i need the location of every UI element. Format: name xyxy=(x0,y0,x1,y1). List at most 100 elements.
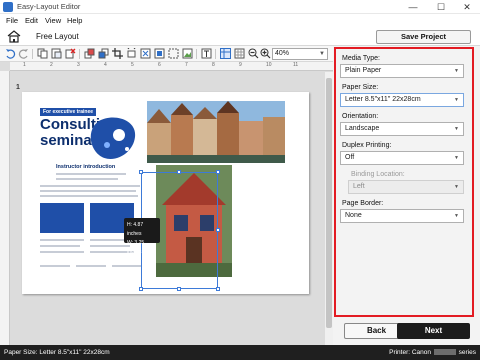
minimize-button[interactable]: — xyxy=(400,0,426,14)
text-line xyxy=(40,185,140,187)
layout-title: Free Layout xyxy=(36,32,79,41)
size-height: H: 4.87 inches xyxy=(127,222,144,237)
chevron-down-icon: ▼ xyxy=(454,213,459,219)
text-line xyxy=(40,245,80,247)
ruler-number: 6 xyxy=(158,62,161,68)
delete-icon[interactable] xyxy=(65,48,76,59)
ruler-top: 1 2 3 4 5 6 7 8 9 10 11 xyxy=(10,62,333,71)
next-button[interactable]: Next xyxy=(397,323,470,339)
crop-frame-icon[interactable] xyxy=(168,48,179,59)
resize-handle[interactable] xyxy=(177,287,181,291)
ruler-number: 2 xyxy=(50,62,53,68)
resize-handle[interactable] xyxy=(177,170,181,174)
text-icon[interactable] xyxy=(201,48,212,59)
duplex-value: Off xyxy=(345,154,355,161)
menu-view[interactable]: View xyxy=(45,16,61,25)
scrollbar-thumb[interactable] xyxy=(326,78,332,328)
status-bar: Paper Size: Letter 8.5"x11" 22x28cm Prin… xyxy=(0,345,480,360)
paste-icon[interactable] xyxy=(51,48,62,59)
info-box xyxy=(40,203,84,233)
menu-edit[interactable]: Edit xyxy=(25,16,38,25)
resize-handle[interactable] xyxy=(216,228,220,232)
toolbar: 40% ▼ xyxy=(0,46,333,62)
copy-icon[interactable] xyxy=(37,48,48,59)
size-width: W: 3.25 inches xyxy=(127,240,145,255)
ruler-number: 1 xyxy=(23,62,26,68)
text-line xyxy=(56,178,118,180)
text-line xyxy=(40,195,138,197)
instructor-heading: Instructor introduction xyxy=(56,164,116,170)
text-line xyxy=(40,190,136,192)
undo-icon[interactable] xyxy=(5,48,16,59)
title-bar: Easy-Layout Editor — ☐ ✕ xyxy=(0,0,480,14)
zoom-in-icon[interactable] xyxy=(260,48,271,59)
image-icon[interactable] xyxy=(182,48,193,59)
ruler-number: 9 xyxy=(239,62,242,68)
ruler-number: 8 xyxy=(212,62,215,68)
page-border-value: None xyxy=(345,212,362,219)
zoom-out-icon[interactable] xyxy=(248,48,259,59)
vertical-scrollbar[interactable] xyxy=(325,72,333,345)
menu-file[interactable]: File xyxy=(6,16,18,25)
resize-handle[interactable] xyxy=(216,287,220,291)
toolbar-separator xyxy=(79,49,80,59)
crop-icon[interactable] xyxy=(112,48,123,59)
page-border-label: Page Border: xyxy=(342,200,384,207)
status-printer: Printer: Canon series xyxy=(389,349,476,356)
printer-suffix: series xyxy=(458,349,476,356)
menu-bar: File Edit View Help xyxy=(0,14,480,28)
resize-handle[interactable] xyxy=(216,170,220,174)
toolbar-separator xyxy=(32,49,33,59)
bring-forward-icon[interactable] xyxy=(84,48,95,59)
page-number: 1 xyxy=(16,84,20,91)
ruler-number: 3 xyxy=(77,62,80,68)
redacted-model xyxy=(433,349,456,356)
duplex-select[interactable]: Off ▼ xyxy=(340,151,464,165)
ruler-number: 11 xyxy=(293,62,299,68)
save-project-button[interactable]: Save Project xyxy=(376,30,471,44)
binding-location-value: Left xyxy=(353,183,365,190)
paper-size-select[interactable]: Letter 8.5"x11" 22x28cm ▼ xyxy=(340,93,464,107)
redo-icon[interactable] xyxy=(18,48,29,59)
resize-handle[interactable] xyxy=(139,170,143,174)
chevron-down-icon: ▼ xyxy=(454,68,459,74)
close-button[interactable]: ✕ xyxy=(454,0,480,14)
flyer-tag: For executive trainee xyxy=(40,108,97,116)
zoom-select[interactable]: 40% ▼ xyxy=(272,48,328,60)
toolbar-separator xyxy=(196,49,197,59)
town-photo xyxy=(147,101,285,163)
text-line xyxy=(56,173,126,175)
ruler-number: 4 xyxy=(104,62,107,68)
media-type-label: Media Type: xyxy=(342,55,381,62)
resize-handle[interactable] xyxy=(139,287,143,291)
rotate-icon[interactable] xyxy=(126,48,137,59)
text-line xyxy=(40,239,84,241)
ruler-number: 10 xyxy=(266,62,272,68)
binding-location-select: Left ▼ xyxy=(348,180,464,194)
fit-icon[interactable] xyxy=(140,48,151,59)
paper-size-value: Letter 8.5"x11" 22x28cm xyxy=(345,96,421,103)
orientation-select[interactable]: Landscape ▼ xyxy=(340,122,464,136)
page-border-select[interactable]: None ▼ xyxy=(340,209,464,223)
text-line xyxy=(90,245,130,247)
menu-help[interactable]: Help xyxy=(67,16,82,25)
window-title: Easy-Layout Editor xyxy=(17,2,81,11)
chevron-down-icon: ▼ xyxy=(319,51,325,57)
grid-icon[interactable] xyxy=(234,48,245,59)
status-paper-size: Paper Size: Letter 8.5"x11" 22x28cm xyxy=(4,349,110,356)
media-type-select[interactable]: Plain Paper ▼ xyxy=(340,64,464,78)
chevron-down-icon: ▼ xyxy=(454,155,459,161)
text-line xyxy=(40,251,84,253)
printer-prefix: Printer: Canon xyxy=(389,349,432,356)
fill-icon[interactable] xyxy=(154,48,165,59)
paper-size-label: Paper Size: xyxy=(342,84,379,91)
ruler-number: 5 xyxy=(131,62,134,68)
duplex-label: Duplex Printing: xyxy=(342,142,392,149)
home-icon[interactable] xyxy=(7,30,21,43)
app-icon xyxy=(3,2,13,12)
send-backward-icon[interactable] xyxy=(98,48,109,59)
maximize-button[interactable]: ☐ xyxy=(428,0,454,14)
sponsor-logo xyxy=(112,265,142,267)
layout-bar: Free Layout Save Project xyxy=(0,28,480,46)
layout-icon[interactable] xyxy=(220,48,231,59)
